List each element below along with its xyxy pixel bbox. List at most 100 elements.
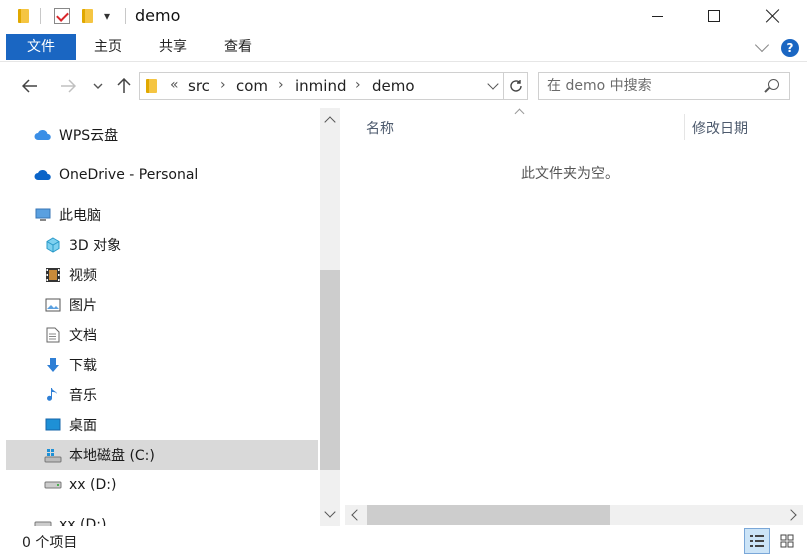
nav-item-label: 图片 (69, 298, 97, 314)
arrow-left-icon (22, 79, 37, 93)
breadcrumb-overflow[interactable]: « (170, 77, 179, 93)
expand-ribbon-icon[interactable] (754, 37, 770, 53)
maximize-button[interactable] (685, 0, 743, 32)
arrow-right-icon (61, 79, 76, 93)
close-button[interactable] (744, 0, 802, 32)
document-icon (44, 327, 62, 343)
quick-access-dropdown-icon[interactable]: ▾ (104, 7, 110, 25)
tab-home[interactable]: 主页 (80, 34, 136, 60)
column-divider[interactable] (684, 114, 685, 140)
nav-item-label: WPS云盘 (59, 128, 119, 144)
nav-item-desktop[interactable]: 桌面 (44, 410, 341, 440)
nav-item-label: 此电脑 (59, 208, 101, 224)
maximize-icon (708, 10, 720, 22)
scroll-down-icon[interactable] (324, 506, 336, 518)
cloud-icon (34, 127, 52, 143)
film-icon (44, 267, 62, 283)
large-icons-view-icon (780, 534, 794, 548)
nav-item-drive-d[interactable]: xx (D:) (44, 470, 341, 500)
search-input[interactable] (547, 76, 757, 96)
nav-item-label: 桌面 (69, 418, 97, 434)
refresh-button[interactable] (504, 72, 528, 100)
folder-icon (146, 79, 157, 93)
computer-icon (34, 207, 52, 223)
drive-icon (34, 517, 52, 526)
system-drive-icon (44, 447, 62, 463)
search-icon[interactable] (768, 79, 779, 90)
navigation-bar: « src › com › inmind › demo (0, 62, 807, 108)
window-title: demo (135, 6, 181, 25)
breadcrumb-separator[interactable]: › (220, 77, 226, 93)
nav-item-label: xx (D:) (59, 517, 107, 526)
tab-view[interactable]: 查看 (210, 34, 266, 60)
large-icons-view-button[interactable] (774, 528, 800, 554)
breadcrumb-demo[interactable]: demo (372, 77, 415, 95)
nav-item-label: OneDrive - Personal (59, 167, 199, 183)
desktop-icon (44, 417, 62, 433)
nav-item-music[interactable]: 音乐 (44, 380, 341, 410)
breadcrumb-com[interactable]: com (236, 77, 268, 95)
toolbar-separator (40, 8, 41, 24)
details-view-icon (750, 535, 764, 547)
cube-3d-icon (44, 237, 62, 253)
up-button[interactable] (114, 76, 134, 96)
nav-item-drive-d-network[interactable]: xx (D:) (34, 510, 341, 526)
nav-item-this-pc[interactable]: 此电脑 (34, 200, 341, 230)
tab-file[interactable]: 文件 (6, 34, 76, 60)
tab-share[interactable]: 共享 (145, 34, 201, 60)
chevron-down-icon (93, 83, 103, 89)
nav-item-pictures[interactable]: 图片 (44, 290, 341, 320)
address-bar[interactable]: « src › com › inmind › demo (139, 72, 504, 100)
toolbar-separator (125, 8, 126, 24)
scroll-right-icon[interactable] (785, 509, 797, 521)
status-bar: 0 个项目 (0, 526, 807, 560)
nav-item-downloads[interactable]: 下载 (44, 350, 341, 380)
ribbon: 文件 主页 共享 查看 ? (0, 32, 807, 62)
nav-item-label: 本地磁盘 (C:) (69, 448, 155, 464)
arrow-up-icon (117, 78, 131, 93)
scroll-up-icon[interactable] (324, 116, 336, 128)
drive-icon (44, 477, 62, 493)
navigation-pane: WPS云盘 OneDrive - Personal 此电脑 3D 对象 视频 图… (0, 108, 341, 526)
column-header-name[interactable]: 名称 (366, 118, 394, 138)
nav-item-label: 视频 (69, 268, 97, 284)
breadcrumb-inmind[interactable]: inmind (295, 77, 346, 95)
nav-item-documents[interactable]: 文档 (44, 320, 341, 350)
address-dropdown-icon[interactable] (487, 78, 499, 90)
file-list-pane[interactable]: 名称 修改日期 此文件夹为空。 (341, 108, 807, 526)
minimize-button[interactable] (628, 0, 686, 32)
nav-item-label: 3D 对象 (69, 238, 122, 254)
title-bar: ▾ demo (0, 0, 807, 32)
help-icon[interactable]: ? (781, 39, 799, 57)
nav-item-label: 音乐 (69, 388, 97, 404)
recent-locations-button[interactable] (88, 76, 108, 96)
new-folder-icon[interactable] (82, 7, 93, 25)
back-button[interactable] (20, 76, 40, 96)
picture-icon (44, 297, 62, 313)
refresh-icon (509, 80, 522, 92)
nav-item-3d-objects[interactable]: 3D 对象 (44, 230, 341, 260)
breadcrumb-separator[interactable]: › (278, 77, 284, 93)
scroll-left-icon[interactable] (351, 509, 363, 521)
forward-button[interactable] (58, 76, 78, 96)
nav-item-wps-cloud[interactable]: WPS云盘 (34, 120, 341, 150)
details-view-button[interactable] (744, 528, 770, 554)
close-icon (766, 9, 780, 23)
navigation-scrollbar[interactable] (320, 108, 340, 526)
minimize-icon (651, 15, 663, 17)
nav-item-label: 文档 (69, 328, 97, 344)
item-count: 0 个项目 (22, 535, 78, 551)
scrollbar-thumb[interactable] (320, 270, 340, 470)
nav-item-local-disk-c[interactable]: 本地磁盘 (C:) (6, 440, 318, 470)
column-header-date-modified[interactable]: 修改日期 (692, 118, 748, 138)
music-icon (44, 387, 62, 403)
scrollbar-thumb[interactable] (367, 505, 610, 525)
properties-icon[interactable] (54, 7, 70, 25)
search-box[interactable] (538, 72, 790, 100)
nav-item-onedrive[interactable]: OneDrive - Personal (34, 160, 341, 190)
nav-item-label: 下载 (69, 358, 97, 374)
breadcrumb-separator[interactable]: › (355, 77, 361, 93)
nav-item-videos[interactable]: 视频 (44, 260, 341, 290)
breadcrumb-src[interactable]: src (188, 77, 210, 95)
horizontal-scrollbar[interactable] (345, 505, 803, 525)
